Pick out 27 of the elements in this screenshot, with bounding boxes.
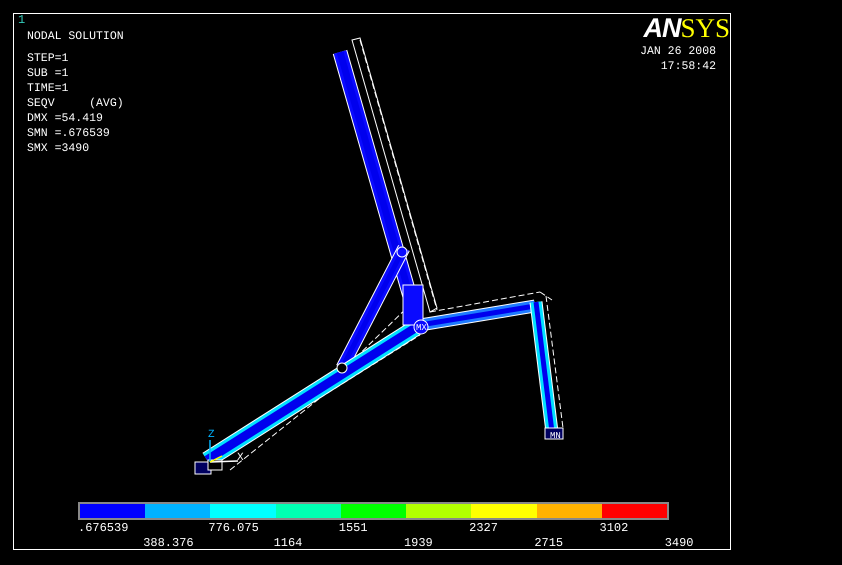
result-info-line: SUB =1	[27, 66, 70, 81]
result-info-line: SMN =.676539	[27, 126, 111, 141]
plot-title: NODAL SOLUTION	[27, 30, 124, 43]
result-info-line: SMX =3490	[27, 141, 90, 156]
result-info-line: TIME=1	[27, 81, 70, 96]
time-label: 17:58:42	[660, 59, 716, 74]
axis-label: X	[237, 452, 244, 464]
date-label: JAN 26 2008	[640, 44, 716, 59]
result-info-line: DMX =54.419	[27, 111, 104, 126]
plot-number: 1	[18, 14, 26, 27]
legend-value-label: 2715	[534, 536, 564, 551]
legend-value-label: 3490	[664, 536, 694, 551]
marker-label: MX	[416, 323, 427, 333]
legend-value-label: 1164	[274, 536, 304, 551]
result-info-line: STEP=1	[27, 51, 70, 66]
legend-value-label: 388.376	[143, 536, 195, 551]
legend-value-label: 1551	[338, 521, 369, 536]
legend-value-label: 2327	[469, 521, 499, 536]
legend-value-label: .676539	[78, 521, 130, 536]
legend-value-label: 1939	[404, 536, 434, 551]
marker-label: MN	[550, 431, 561, 441]
logo: ANSYS	[643, 15, 730, 44]
result-info-line: SEQV (AVG)	[27, 96, 124, 111]
axis-triad-icon	[209, 440, 238, 463]
legend-value-label: 3102	[600, 521, 630, 536]
axis-label: Z	[208, 429, 215, 441]
legend-value-label: 776.075	[208, 521, 260, 536]
